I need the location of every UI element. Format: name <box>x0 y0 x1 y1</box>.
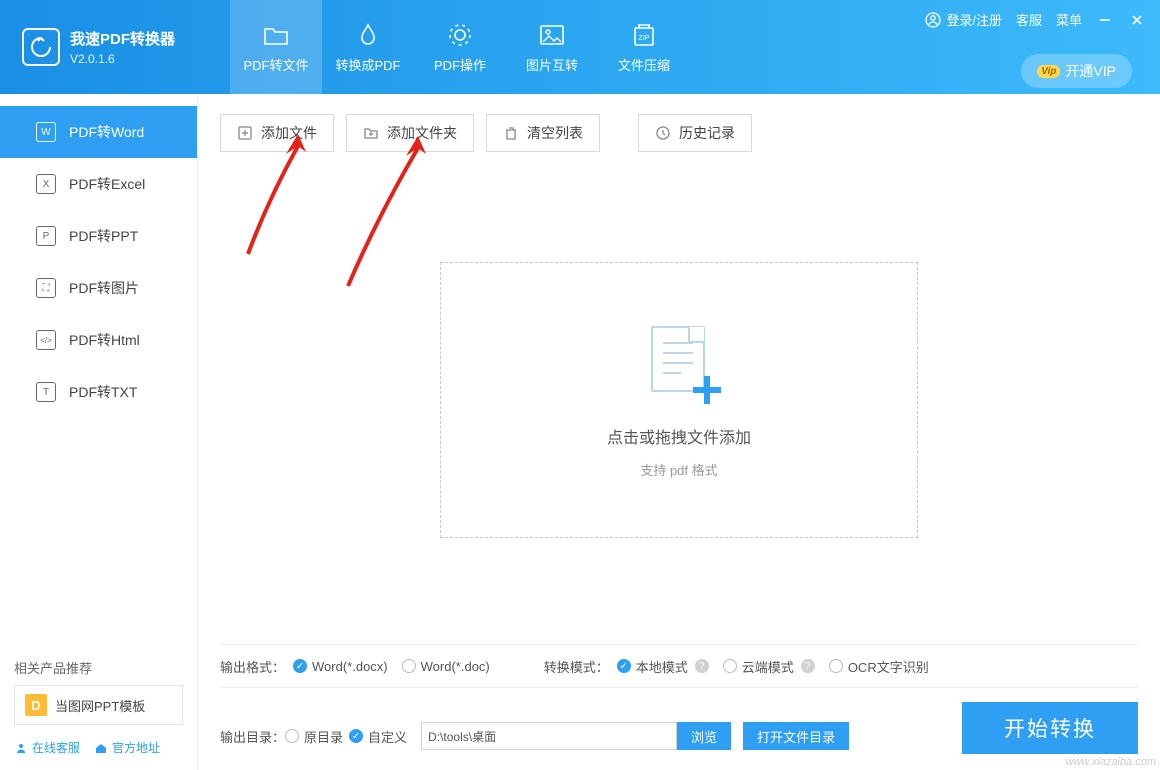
output-format-label: 输出格式： <box>220 657 285 676</box>
mode-cloud-radio[interactable]: 云端模式? <box>723 657 815 676</box>
home-icon <box>94 741 108 755</box>
sidebar-item-pdf-word[interactable]: WPDF转Word <box>0 106 197 158</box>
pdf-icon <box>354 21 382 49</box>
sidebar-item-pdf-ppt[interactable]: PPDF转PPT <box>0 210 197 262</box>
ppt-icon: P <box>36 226 56 246</box>
image-icon <box>538 21 566 49</box>
output-dir-label: 输出目录： <box>220 727 285 746</box>
image-small-icon: ⛶ <box>36 278 56 298</box>
dropzone-title: 点击或拖拽文件添加 <box>607 424 751 448</box>
output-path-input[interactable] <box>421 722 677 750</box>
related-products-title: 相关产品推荐 <box>14 658 183 677</box>
plus-file-icon <box>237 125 253 141</box>
dropzone-subtitle: 支持 pdf 格式 <box>640 460 717 479</box>
word-icon: W <box>36 122 56 142</box>
output-row: 输出目录： 原目录 自定义 浏览 打开文件目录 开始转换 <box>220 722 1138 750</box>
top-tabs: PDF转文件 转换成PDF PDF操作 图片互转 ZIP 文件压缩 <box>230 0 690 94</box>
html-icon: </> <box>36 330 56 350</box>
tab-to-pdf[interactable]: 转换成PDF <box>322 0 414 94</box>
format-doc-radio[interactable]: Word(*.doc) <box>402 659 490 674</box>
open-folder-button[interactable]: 打开文件目录 <box>743 722 849 750</box>
mode-local-radio[interactable]: 本地模式? <box>617 657 709 676</box>
online-service-link[interactable]: 在线客服 <box>14 739 80 756</box>
app-logo-icon <box>22 28 60 66</box>
svg-text:ZIP: ZIP <box>639 35 650 42</box>
close-button[interactable] <box>1128 13 1146 27</box>
tab-pdf-to-file[interactable]: PDF转文件 <box>230 0 322 94</box>
vip-button[interactable]: Vip 开通VIP <box>1021 54 1132 88</box>
app-title: 我速PDF转换器 <box>70 28 175 49</box>
user-icon <box>925 12 941 28</box>
clear-list-button[interactable]: 清空列表 <box>486 114 600 152</box>
tab-pdf-ops[interactable]: PDF操作 <box>414 0 506 94</box>
sidebar: WPDF转Word XPDF转Excel PPDF转PPT ⛶PDF转图片 </… <box>0 94 198 770</box>
dir-origin-radio[interactable]: 原目录 <box>285 727 343 746</box>
customer-service-link[interactable]: 客服 <box>1016 10 1042 29</box>
vip-badge-icon: Vip <box>1037 65 1060 78</box>
dropzone[interactable]: 点击或拖拽文件添加 支持 pdf 格式 <box>440 262 918 538</box>
help-icon[interactable]: ? <box>801 659 815 673</box>
sidebar-item-pdf-txt[interactable]: TPDF转TXT <box>0 366 197 418</box>
sidebar-item-pdf-excel[interactable]: XPDF转Excel <box>0 158 197 210</box>
tab-compress[interactable]: ZIP 文件压缩 <box>598 0 690 94</box>
related-product-item[interactable]: D 当图网PPT模板 <box>14 685 183 725</box>
official-link[interactable]: 官方地址 <box>94 739 160 756</box>
tab-image-convert[interactable]: 图片互转 <box>506 0 598 94</box>
header: 我速PDF转换器 V2.0.1.6 PDF转文件 转换成PDF PDF操作 图片… <box>0 0 1160 94</box>
headset-icon <box>14 741 28 755</box>
product-logo-icon: D <box>25 694 47 716</box>
gear-icon <box>446 21 474 49</box>
browse-button[interactable]: 浏览 <box>677 722 731 750</box>
mode-ocr-radio[interactable]: OCR文字识别 <box>829 657 929 676</box>
watermark: www.xiazaiba.com <box>1066 756 1156 768</box>
txt-icon: T <box>36 382 56 402</box>
add-folder-button[interactable]: 添加文件夹 <box>346 114 474 152</box>
dir-custom-radio[interactable]: 自定义 <box>349 727 407 746</box>
brand: 我速PDF转换器 V2.0.1.6 <box>0 0 230 94</box>
add-file-button[interactable]: 添加文件 <box>220 114 334 152</box>
menu-link[interactable]: 菜单 <box>1056 10 1082 29</box>
format-docx-radio[interactable]: Word(*.docx) <box>293 659 388 674</box>
minimize-button[interactable] <box>1096 13 1114 27</box>
plus-folder-icon <box>363 125 379 141</box>
excel-icon: X <box>36 174 56 194</box>
document-plus-icon <box>643 322 715 402</box>
sidebar-item-pdf-image[interactable]: ⛶PDF转图片 <box>0 262 197 314</box>
app-version: V2.0.1.6 <box>70 52 175 66</box>
folder-icon <box>262 21 290 49</box>
help-icon[interactable]: ? <box>695 659 709 673</box>
window-controls: 登录/注册 客服 菜单 <box>925 10 1146 29</box>
clock-icon <box>655 125 671 141</box>
main: 添加文件 添加文件夹 清空列表 历史记录 点击或拖拽文件添加 支持 pdf 格式… <box>198 94 1160 770</box>
sidebar-item-pdf-html[interactable]: </>PDF转Html <box>0 314 197 366</box>
start-convert-button[interactable]: 开始转换 <box>962 702 1138 754</box>
toolbar: 添加文件 添加文件夹 清空列表 历史记录 <box>220 114 1138 152</box>
history-button[interactable]: 历史记录 <box>638 114 752 152</box>
convert-mode-label: 转换模式： <box>544 657 609 676</box>
zip-icon: ZIP <box>630 21 658 49</box>
options-bar: 输出格式： Word(*.docx) Word(*.doc) 转换模式： 本地模… <box>220 644 1138 688</box>
login-link[interactable]: 登录/注册 <box>925 10 1002 29</box>
trash-icon <box>503 125 519 141</box>
